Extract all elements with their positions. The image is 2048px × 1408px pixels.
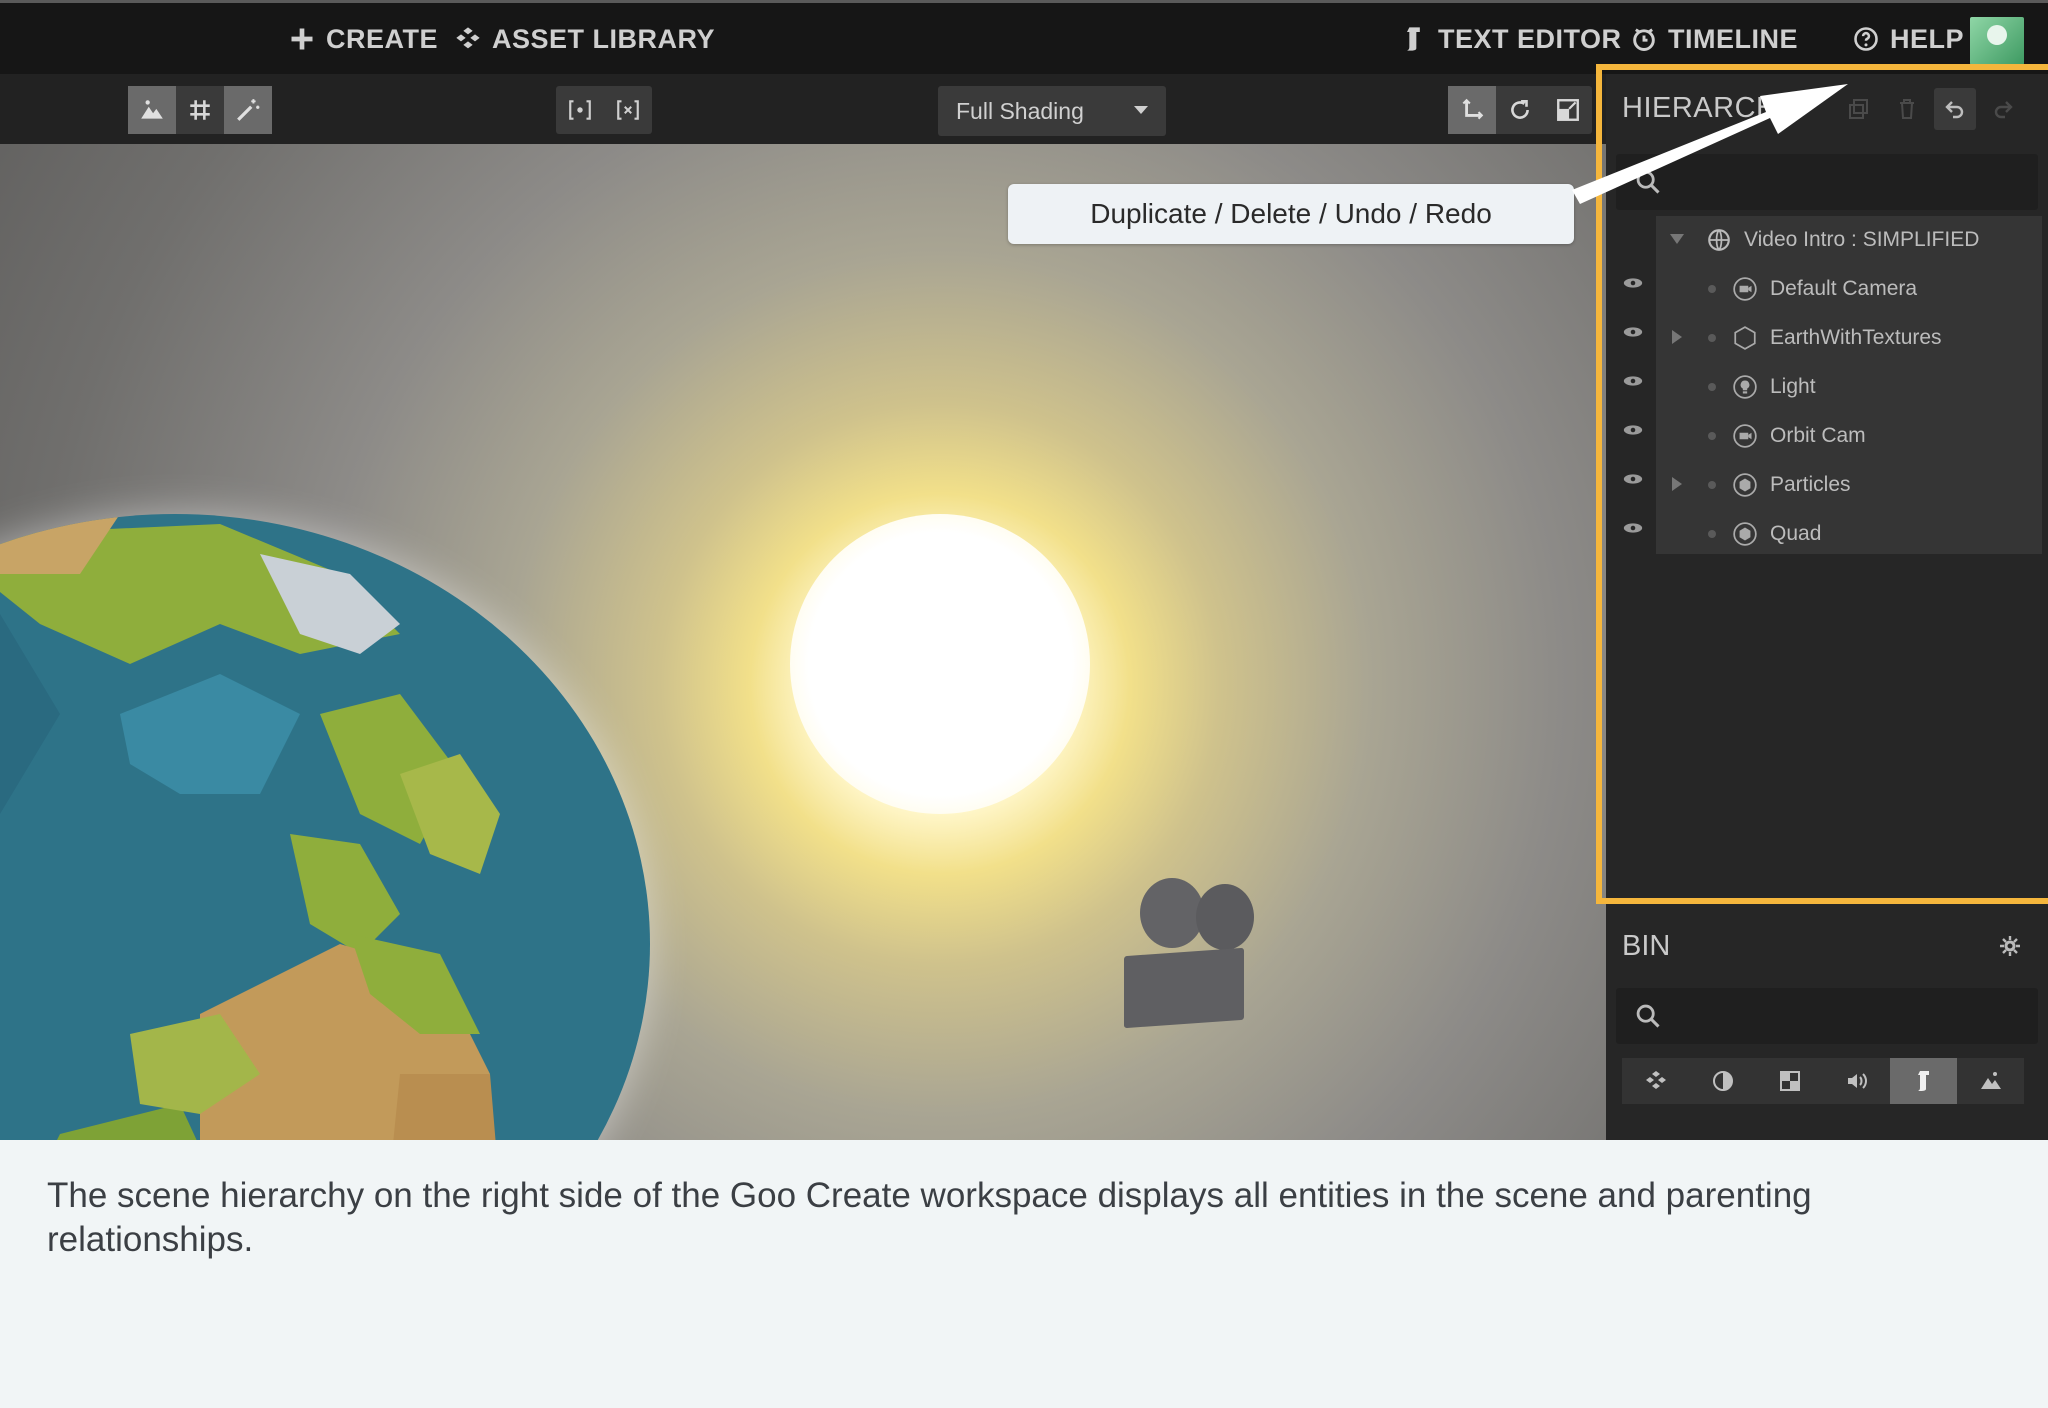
- timeline-menu[interactable]: TIMELINE: [1630, 17, 1798, 61]
- speaker-icon: [1847, 1073, 1867, 1089]
- scene-view-button[interactable]: [128, 86, 176, 134]
- bin-tab-scripts[interactable]: [1890, 1058, 1957, 1104]
- viewport-toolbar: Full Shading: [0, 74, 1606, 144]
- view-toggle-group: [128, 86, 272, 134]
- annotation-callout: Duplicate / Delete / Undo / Redo: [1008, 184, 1574, 244]
- rotate-icon: [1511, 100, 1529, 119]
- mountain-icon: [1980, 1072, 2001, 1089]
- asset-library-icon: [456, 27, 480, 49]
- transform-group: [1448, 86, 1592, 134]
- goo-create-workspace: CREATE ASSET LIBRARY TEXT EDITOR TIMELIN…: [0, 0, 2048, 1140]
- magic-tool-button[interactable]: [224, 86, 272, 134]
- magic-wand-icon: [237, 99, 260, 121]
- frame-out-icon: [617, 100, 639, 120]
- bin-tab-scenes[interactable]: [1957, 1058, 2024, 1104]
- frame-group: [556, 86, 652, 134]
- camera-model-reel: [1140, 878, 1204, 948]
- translate-tool-button[interactable]: [1448, 86, 1496, 134]
- frame-all-button[interactable]: [604, 86, 652, 134]
- bin-tab-assets[interactable]: [1622, 1058, 1689, 1104]
- earth-terrain: [0, 514, 500, 1140]
- bin-tab-materials[interactable]: [1689, 1058, 1756, 1104]
- frame-selection-button[interactable]: [556, 86, 604, 134]
- script-icon: [1407, 27, 1420, 51]
- scale-tool-button[interactable]: [1544, 86, 1592, 134]
- user-avatar[interactable]: [1970, 17, 2024, 65]
- chevron-down-icon: [1134, 106, 1148, 114]
- timeline-clock-icon: [1633, 28, 1655, 51]
- hierarchy-highlight-box: [1596, 64, 2048, 904]
- rotate-tool-button[interactable]: [1496, 86, 1544, 134]
- top-menu-bar: CREATE ASSET LIBRARY TEXT EDITOR TIMELIN…: [0, 0, 2048, 74]
- bin-tab-textures[interactable]: [1756, 1058, 1823, 1104]
- script-icon: [1917, 1071, 1929, 1091]
- translate-axes-icon: [1462, 98, 1484, 120]
- camera-model[interactable]: [1124, 947, 1244, 1029]
- bin-search-input[interactable]: [1616, 988, 2038, 1044]
- bin-filter-tabs: [1622, 1058, 2024, 1104]
- plus-icon: [291, 28, 313, 50]
- grid-icon: [190, 100, 210, 120]
- grid-toggle-button[interactable]: [176, 86, 224, 134]
- frame-in-icon: [569, 100, 591, 120]
- gear-icon[interactable]: [1998, 934, 2022, 958]
- bin-title: BIN: [1622, 930, 1671, 962]
- help-icon: [1854, 27, 1878, 51]
- asset-library-menu[interactable]: ASSET LIBRARY: [454, 17, 715, 61]
- mountain-icon: [141, 100, 163, 119]
- asset-library-icon: [1645, 1071, 1666, 1089]
- earth-model[interactable]: [0, 514, 650, 1140]
- sun-light: [790, 514, 1090, 814]
- scene-viewport[interactable]: [0, 144, 1606, 1140]
- help-menu[interactable]: HELP: [1852, 17, 1964, 61]
- caption-text: The scene hierarchy on the right side of…: [47, 1176, 1812, 1259]
- scale-icon: [1557, 99, 1579, 121]
- texture-icon: [1779, 1071, 1800, 1091]
- create-menu[interactable]: CREATE: [288, 17, 438, 61]
- shading-mode-select[interactable]: Full Shading: [938, 86, 1166, 136]
- search-icon: [1636, 1004, 1660, 1028]
- camera-model-reel: [1196, 884, 1254, 950]
- material-sphere-icon: [1712, 1071, 1733, 1091]
- text-editor-menu[interactable]: TEXT EDITOR: [1400, 17, 1622, 61]
- bin-tab-sounds[interactable]: [1823, 1058, 1890, 1104]
